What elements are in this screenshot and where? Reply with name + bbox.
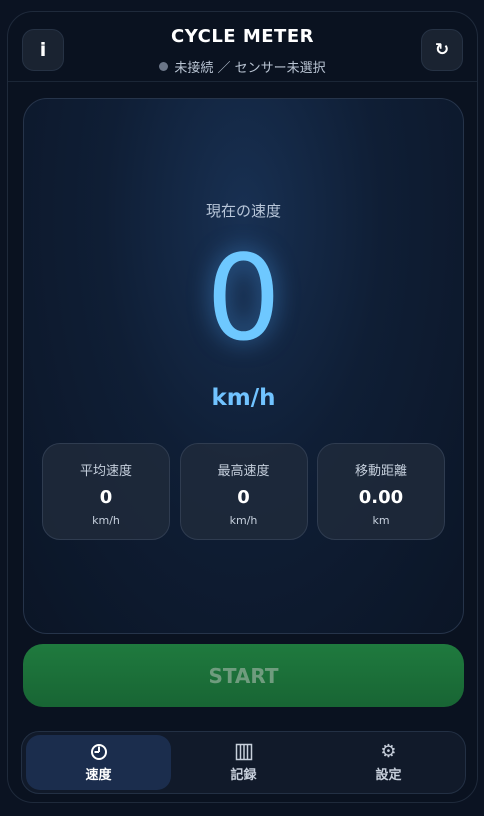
page-title: CYCLE METER: [171, 26, 314, 47]
connection-status: 未接続 ／ センサー未選択: [8, 57, 477, 76]
stat-label: 最高速度: [217, 464, 270, 479]
gauge-icon: [90, 743, 108, 761]
current-speed-label: 現在の速度: [205, 202, 281, 220]
bottom-nav: 速度 記録 ⚙ 設定: [21, 731, 466, 794]
stat-label: 平均速度: [79, 464, 132, 479]
nav-label: 記録: [230, 767, 257, 783]
status-text: 未接続 ／ センサー未選択: [174, 61, 326, 76]
stat-distance: 移動距離 0.00 km: [317, 443, 445, 540]
stat-unit: km: [372, 514, 390, 527]
status-dot-icon: [159, 62, 169, 71]
records-icon: [235, 743, 253, 761]
nav-label: 速度: [85, 767, 112, 783]
speed-panel: 現在の速度 0 km/h 平均速度 0 km/h 最高速度 0 km/h 移動距…: [23, 98, 464, 634]
nav-item-records[interactable]: 記録: [171, 735, 316, 790]
stat-unit: km/h: [92, 514, 120, 527]
header: i CYCLE METER 未接続 ／ センサー未選択 ↻: [8, 12, 477, 82]
stat-value: 0.00: [358, 487, 404, 508]
app-window: i CYCLE METER 未接続 ／ センサー未選択 ↻ 現在の速度 0 km…: [7, 11, 478, 803]
refresh-icon: ↻: [434, 40, 450, 60]
nav-item-speed[interactable]: 速度: [26, 735, 171, 790]
stat-max-speed: 最高速度 0 km/h: [179, 443, 308, 540]
gear-icon: ⚙: [380, 741, 397, 762]
stat-value: 0: [237, 487, 250, 508]
stats-row: 平均速度 0 km/h 最高速度 0 km/h 移動距離 0.00 km: [42, 443, 445, 540]
current-speed-value: 0: [205, 229, 282, 367]
stat-value: 0: [99, 487, 113, 508]
nav-label: 設定: [375, 767, 402, 783]
stat-unit: km/h: [229, 514, 258, 527]
nav-item-settings[interactable]: ⚙ 設定: [316, 735, 461, 790]
stat-label: 移動距離: [354, 464, 407, 479]
stat-average-speed: 平均速度 0 km/h: [42, 443, 170, 540]
reset-button[interactable]: ↻: [421, 29, 463, 71]
current-speed-unit: km/h: [211, 385, 276, 411]
start-button[interactable]: START: [23, 644, 464, 707]
